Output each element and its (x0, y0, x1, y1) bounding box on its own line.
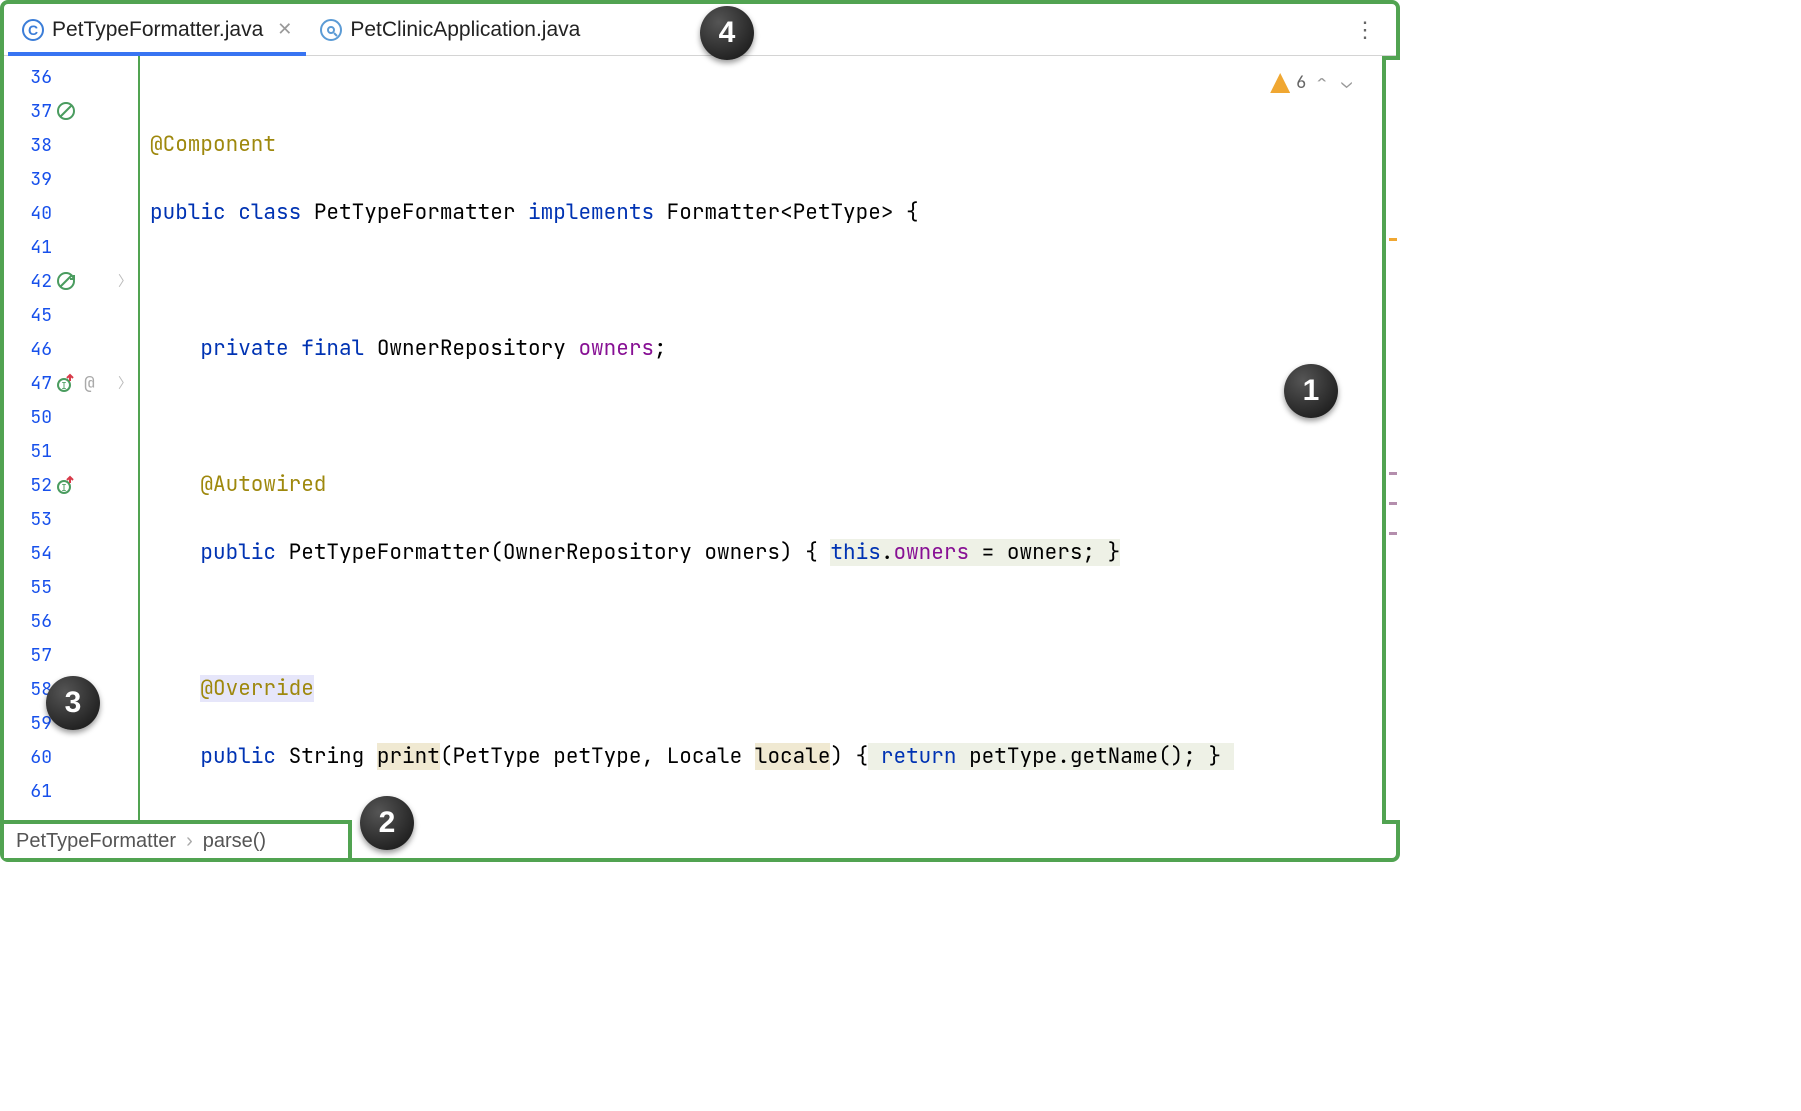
line-number[interactable]: 51 (4, 440, 52, 463)
line-number[interactable]: 39 (4, 168, 52, 191)
highlight-mark[interactable] (1389, 472, 1397, 475)
error-stripe[interactable] (1382, 56, 1400, 824)
breadcrumb[interactable]: PetTypeFormatter › parse() (4, 820, 352, 858)
callout-4: 4 (700, 6, 754, 60)
breadcrumb-class[interactable]: PetTypeFormatter (16, 830, 176, 853)
prev-highlight-icon[interactable]: ⌃ (1312, 66, 1331, 100)
line-number[interactable]: 37 (4, 100, 52, 123)
line-number[interactable]: 40 (4, 202, 52, 225)
tab-label: PetClinicApplication.java (350, 18, 580, 42)
breadcrumb-separator-icon: › (186, 830, 193, 853)
line-number[interactable]: 50 (4, 406, 52, 429)
line-number[interactable]: 57 (4, 644, 52, 667)
line-number[interactable]: 53 (4, 508, 52, 531)
line-number[interactable]: 46 (4, 338, 52, 361)
line-number[interactable]: 36 (4, 66, 52, 89)
line-number[interactable]: 59 (4, 712, 52, 735)
line-number[interactable]: 42 (4, 270, 52, 293)
tab-pettypeformatter[interactable]: C PetTypeFormatter.java ✕ (8, 4, 306, 55)
close-icon[interactable]: ✕ (277, 19, 292, 40)
line-number[interactable]: 60 (4, 746, 52, 769)
warning-count: 6 (1296, 66, 1306, 100)
implements-icon[interactable]: I (52, 475, 80, 495)
breadcrumb-method[interactable]: parse() (203, 830, 266, 853)
highlight-mark[interactable] (1389, 532, 1397, 535)
callout-2: 2 (360, 796, 414, 850)
tab-options-button[interactable]: ⋮ (1338, 17, 1392, 43)
line-number[interactable]: 52 (4, 474, 52, 497)
tab-label: PetTypeFormatter.java (52, 18, 263, 42)
no-usage-icon[interactable] (52, 101, 80, 121)
warning-icon (1270, 73, 1290, 93)
fold-icon[interactable]: 〉 (118, 271, 132, 291)
callout-1: 1 (1284, 364, 1338, 418)
line-number[interactable]: 47 (4, 372, 52, 395)
line-number[interactable]: 56 (4, 610, 52, 633)
code-editor[interactable]: 6 ⌃ ⌄ @Component public class PetTypeFor… (140, 56, 1396, 820)
line-number[interactable]: 58 (4, 678, 52, 701)
next-highlight-icon[interactable]: ⌄ (1337, 66, 1356, 100)
callout-3: 3 (46, 676, 100, 730)
java-class-icon (320, 19, 342, 41)
highlight-mark[interactable] (1389, 502, 1397, 505)
line-number[interactable]: 41 (4, 236, 52, 259)
line-number[interactable]: 54 (4, 542, 52, 565)
svg-text:I: I (61, 481, 67, 494)
line-number[interactable]: 55 (4, 576, 52, 599)
line-number[interactable]: 38 (4, 134, 52, 157)
svg-text:I: I (61, 379, 67, 392)
line-number[interactable]: 61 (4, 780, 52, 803)
line-number[interactable]: 45 (4, 304, 52, 327)
java-class-icon: C (22, 19, 44, 41)
implements-icon[interactable]: I (52, 373, 80, 393)
nav-icon[interactable] (52, 271, 80, 291)
inspection-widget[interactable]: 6 ⌃ ⌄ (1264, 64, 1362, 102)
fold-icon[interactable]: 〉 (118, 373, 132, 393)
tab-petclinicapplication[interactable]: PetClinicApplication.java (306, 4, 594, 55)
warning-mark[interactable] (1389, 238, 1397, 241)
